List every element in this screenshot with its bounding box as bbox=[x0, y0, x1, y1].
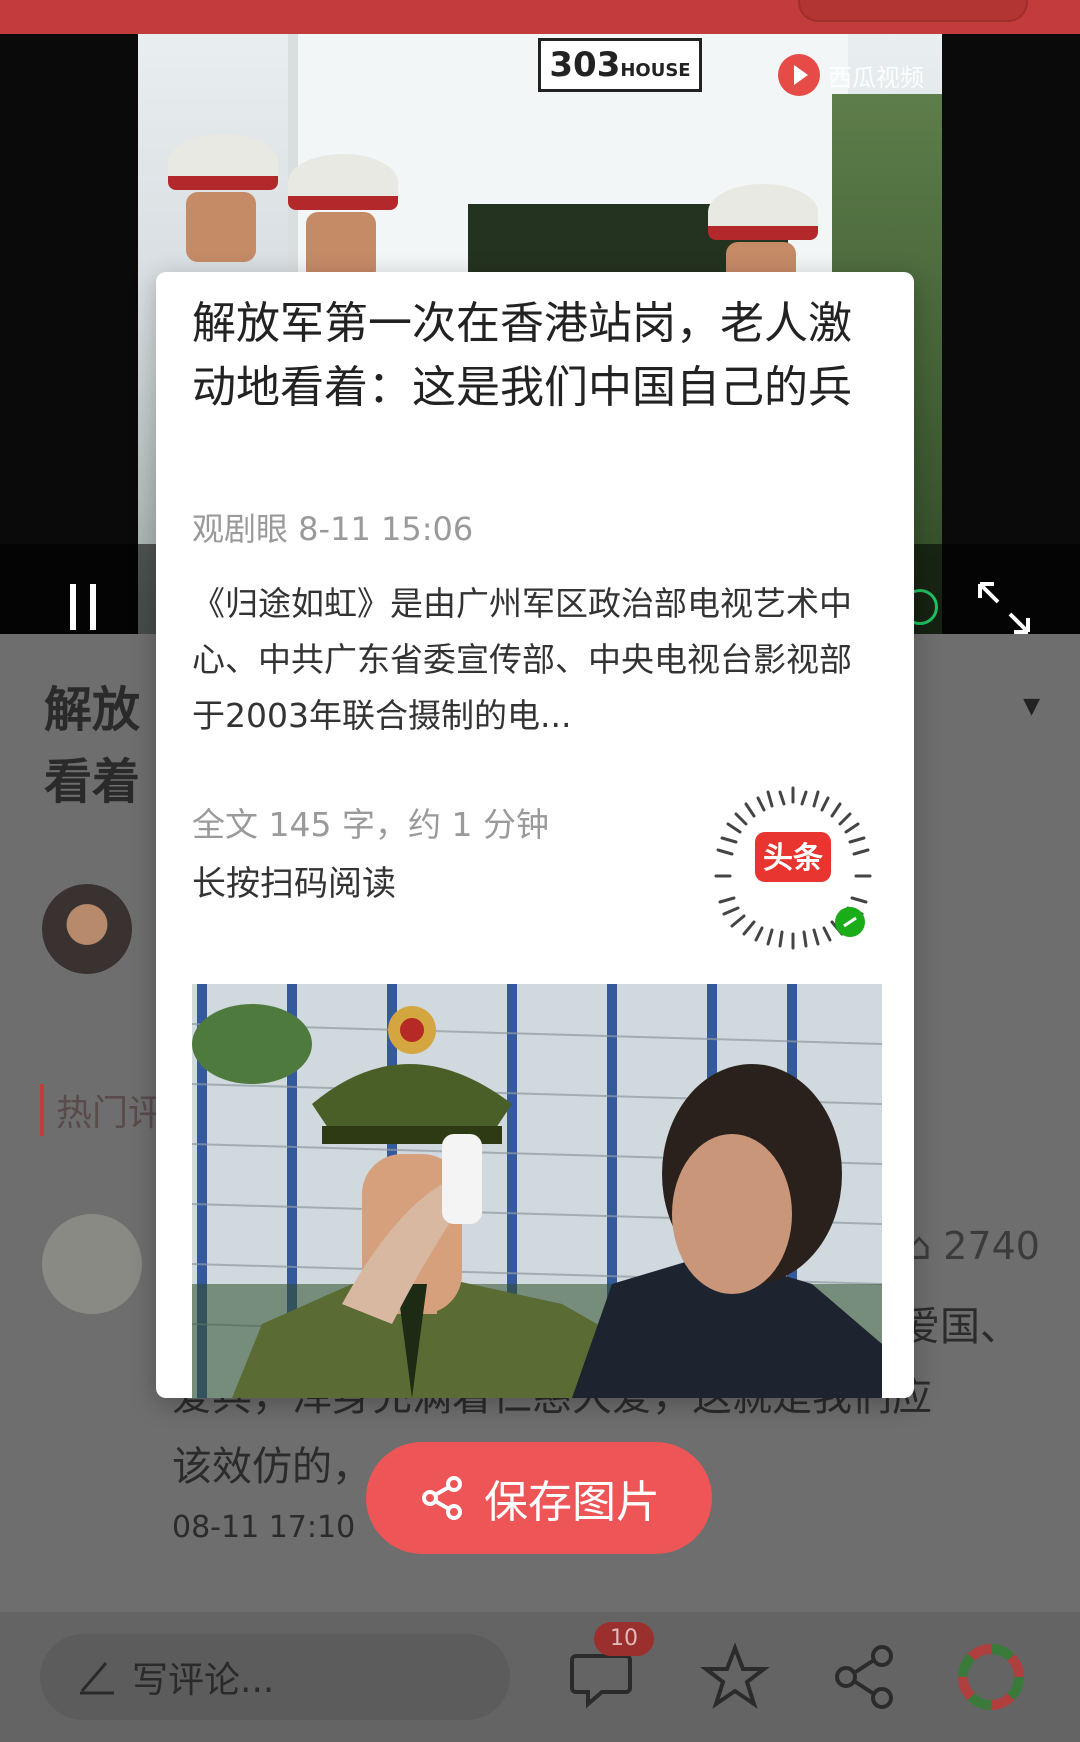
card-title: 解放军第一次在香港站岗，老人激动地看着：这是我们中国自己的兵 bbox=[192, 298, 852, 413]
bottom-bar: 写评论... 10 bbox=[0, 1612, 1080, 1742]
watermark-text: 西瓜视频 bbox=[828, 63, 924, 92]
top-bar bbox=[0, 0, 1080, 34]
card-summary: 《归途如虹》是由广州军区政治部电视艺术中心、中共广东省委宣传部、中央电视台影视部… bbox=[192, 584, 852, 735]
article-title-line-1: 解放 bbox=[44, 682, 141, 738]
video-watermark: 西瓜视频 bbox=[778, 54, 924, 96]
fullscreen-icon[interactable] bbox=[976, 580, 1032, 636]
star-icon[interactable] bbox=[700, 1642, 770, 1712]
hot-comments-heading: 热门评 bbox=[40, 1084, 164, 1136]
qr-label: 头条 bbox=[763, 841, 823, 876]
share-icon bbox=[422, 1476, 462, 1520]
chevron-down-icon[interactable]: ▼ bbox=[1023, 694, 1040, 719]
commenter-avatar[interactable] bbox=[42, 1214, 142, 1314]
soldier-photo bbox=[192, 984, 882, 1398]
house-sign-suffix: HOUSE bbox=[620, 60, 691, 81]
share-card: 解放军第一次在香港站岗，老人激动地看着：这是我们中国自己的兵 观剧眼 8-11 … bbox=[156, 272, 914, 1398]
card-meta: 观剧眼 8-11 15:06 bbox=[192, 510, 474, 548]
author-avatar[interactable] bbox=[42, 884, 132, 974]
likes-count: 2740 bbox=[943, 1224, 1040, 1268]
write-comment-input[interactable]: 写评论... bbox=[40, 1634, 510, 1720]
card-scan-hint: 长按扫码阅读 bbox=[192, 864, 396, 904]
save-image-label: 保存图片 bbox=[484, 1477, 660, 1528]
comment-count-badge: 10 bbox=[594, 1622, 654, 1656]
article-title: 解放 看着 bbox=[44, 674, 164, 818]
card-word-count: 全文 145 字，约 1 分钟 bbox=[192, 805, 549, 844]
comment-placeholder: 写评论... bbox=[132, 1660, 275, 1701]
qr-code[interactable]: 头条 bbox=[708, 780, 878, 950]
pause-icon[interactable] bbox=[68, 584, 98, 630]
save-image-button[interactable]: 保存图片 bbox=[366, 1442, 712, 1554]
top-search-pill[interactable] bbox=[798, 0, 1028, 22]
share-icon[interactable] bbox=[830, 1642, 900, 1712]
comment-text-line: 爱国、 bbox=[900, 1304, 1020, 1350]
house-sign: 303HOUSE bbox=[538, 38, 702, 92]
card-photo bbox=[192, 984, 882, 1398]
comment-time: 08-11 17:10 bbox=[172, 1510, 356, 1545]
camera-icon[interactable] bbox=[956, 1642, 1026, 1712]
play-logo-icon bbox=[778, 54, 820, 96]
pen-icon bbox=[80, 1662, 114, 1695]
comment-text-line: 该效仿的， bbox=[172, 1444, 372, 1490]
comment-likes[interactable]: ⌂ 2740 bbox=[907, 1224, 1040, 1268]
article-title-line-2: 看着 bbox=[44, 754, 141, 810]
house-sign-number: 303 bbox=[549, 45, 621, 85]
